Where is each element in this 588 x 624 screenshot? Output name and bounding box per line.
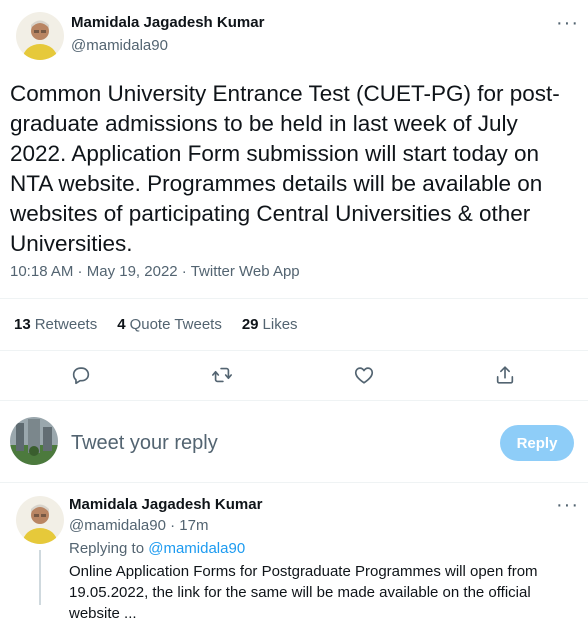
author-handle[interactable]: @mamidala90 [71, 37, 168, 54]
reply-input[interactable]: Tweet your reply [71, 432, 471, 455]
reply-author-avatar[interactable] [16, 496, 64, 544]
tweet-time[interactable]: 10:18 AM [10, 263, 73, 280]
like-icon[interactable] [344, 355, 384, 395]
replying-to-handle[interactable]: @mamidala90 [148, 540, 245, 557]
likes-count: 29 [241, 316, 259, 333]
tweet-source[interactable]: Twitter Web App [191, 263, 300, 280]
more-options-icon[interactable]: ··· [556, 12, 579, 35]
divider [0, 350, 588, 351]
retweets-count: 13 [14, 316, 31, 333]
author-avatar[interactable] [16, 12, 64, 60]
retweets-label: Retweets [34, 316, 98, 333]
reply-text: Online Application Forms for Postgraduat… [69, 561, 584, 624]
reply-more-options-icon[interactable]: ··· [556, 494, 579, 517]
replying-to: Replying to @mamidala90 [69, 540, 245, 557]
tweet-date[interactable]: May 19, 2022 [87, 263, 178, 280]
reply-icon[interactable] [61, 355, 101, 395]
reply-header: Mamidala Jagadesh Kumar [69, 496, 262, 514]
retweets-stat[interactable]: 13 Retweets [14, 316, 97, 333]
user-avatar[interactable] [10, 417, 58, 465]
likes-label: Likes [262, 316, 298, 333]
reply-text-line: website ... [69, 605, 137, 622]
reply-author-handle[interactable]: @mamidala90 [69, 517, 166, 534]
tweet-meta: 10:18 AM · May 19, 2022 · Twitter Web Ap… [10, 263, 300, 280]
engagement-stats: 13 Retweets 4 Quote Tweets 29 Likes [14, 316, 298, 333]
quote-tweets-stat[interactable]: 4 Quote Tweets [117, 316, 222, 333]
share-icon[interactable] [485, 355, 525, 395]
reply-text-line: 19.05.2022, the link for the same will b… [69, 584, 531, 601]
divider [0, 298, 588, 299]
reply-meta-separator: · [165, 517, 180, 534]
author-name[interactable]: Mamidala Jagadesh Kumar [71, 14, 264, 31]
divider [0, 482, 588, 483]
tweet-text: Common University Entrance Test (CUET-PG… [10, 81, 560, 256]
replying-to-prefix: Replying to [69, 540, 149, 557]
thread-line [39, 550, 41, 605]
likes-stat[interactable]: 29 Likes [242, 316, 298, 333]
meta-separator: · [73, 263, 87, 280]
meta-separator: · [177, 263, 191, 280]
reply-time[interactable]: 17m [179, 517, 208, 534]
reply-text-line: Online Application Forms for Postgraduat… [69, 563, 538, 580]
divider [0, 400, 588, 401]
quote-tweets-count: 4 [117, 316, 126, 333]
quote-tweets-label: Quote Tweets [129, 316, 222, 333]
retweet-icon[interactable] [202, 355, 242, 395]
reply-button[interactable]: Reply [500, 425, 574, 461]
reply-meta: @mamidala90 · 17m [69, 517, 208, 534]
reply-author-name[interactable]: Mamidala Jagadesh Kumar [69, 496, 262, 513]
